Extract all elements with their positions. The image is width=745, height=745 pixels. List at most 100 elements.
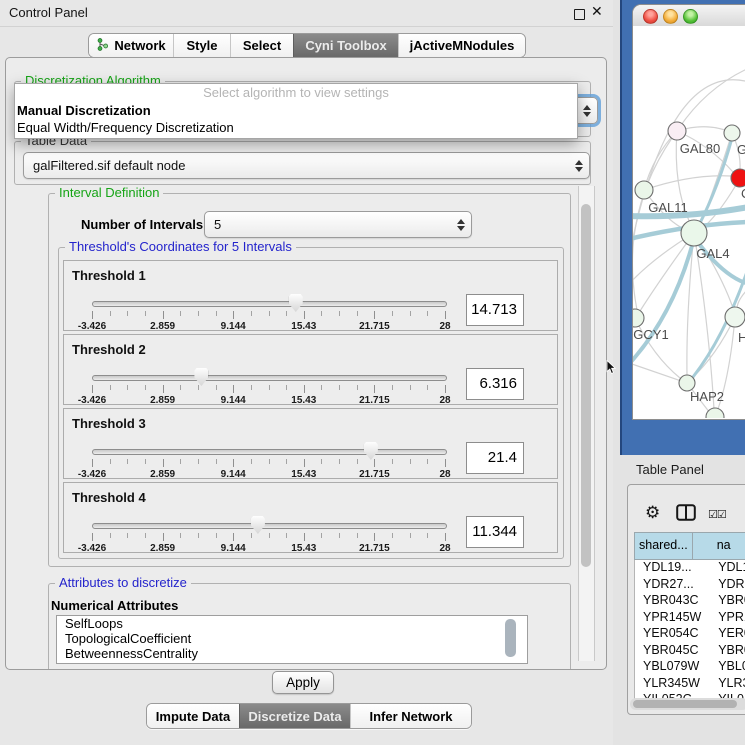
table-row[interactable]: YER054CYER0	[635, 626, 745, 643]
tab-network[interactable]: Network	[89, 34, 173, 57]
apply-button[interactable]: Apply	[272, 671, 334, 694]
float-window-icon[interactable]	[574, 9, 585, 20]
network-edge[interactable]	[677, 68, 745, 131]
tick-mark	[269, 533, 270, 538]
list-item[interactable]: TopologicalCoefficient	[65, 631, 527, 646]
tick-mark	[427, 533, 428, 538]
panel-scrollbar-thumb[interactable]	[581, 204, 591, 567]
tab-style[interactable]: Style	[173, 34, 230, 57]
table-panel-title: Table Panel	[622, 458, 742, 482]
dropdown-option-equal-width[interactable]: Equal Width/Frequency Discretization	[15, 119, 577, 136]
slider-thumb[interactable]	[289, 294, 303, 312]
number-of-intervals-combobox[interactable]: 5	[204, 211, 472, 238]
gear-icon[interactable]: ⚙	[645, 503, 660, 523]
table-row[interactable]: YDL19...YDL1	[635, 560, 745, 577]
threshold-2-value-field[interactable]: 6.316	[466, 368, 524, 400]
threshold-3-slider[interactable]: -3.4262.8599.14415.4321.71528	[92, 449, 447, 479]
table-data-combobox[interactable]: galFiltered.sif default node	[23, 152, 590, 179]
tick-mark	[427, 311, 428, 316]
tab-impute-data[interactable]: Impute Data	[147, 704, 239, 728]
dropdown-option-manual[interactable]: Manual Discretization	[15, 102, 577, 119]
slider-thumb[interactable]	[194, 368, 208, 386]
table-row[interactable]: YBR045CYBR0	[635, 643, 745, 660]
cell: YDR2	[718, 577, 745, 594]
network-node-GAL80[interactable]	[668, 122, 686, 140]
tab-jactivemnodules-label: jActiveMNodules	[410, 38, 515, 53]
tick-label: -3.426	[78, 395, 106, 406]
table-row[interactable]: YPR145WYPR1	[635, 610, 745, 627]
tick-mark	[110, 385, 111, 390]
tick-mark	[304, 311, 305, 319]
tick-mark	[110, 533, 111, 538]
column-header-shared[interactable]: shared...	[635, 533, 693, 559]
close-traffic-light-icon[interactable]	[643, 9, 658, 24]
threshold-2-slider[interactable]: -3.4262.8599.14415.4321.71528	[92, 375, 447, 405]
network-edge[interactable]	[633, 363, 687, 383]
column-header-name[interactable]: na	[693, 533, 745, 559]
network-node-GAL4[interactable]	[681, 220, 707, 246]
tab-discretize-data[interactable]: Discretize Data	[239, 704, 350, 728]
slider-thumb[interactable]	[364, 442, 378, 460]
table-row[interactable]: YDR27...YDR2	[635, 577, 745, 594]
table-scrollbar-thumb[interactable]	[633, 700, 737, 708]
threshold-1-slider[interactable]: -3.4262.8599.14415.4321.71528	[92, 301, 447, 331]
split-columns-icon[interactable]	[676, 504, 696, 526]
network-edge[interactable]	[633, 242, 693, 364]
table-row[interactable]: YBL079WYBL0	[635, 659, 745, 676]
tab-select[interactable]: Select	[230, 34, 293, 57]
node-label-H-node: H	[738, 330, 745, 345]
list-item[interactable]: BetweennessCentrality	[65, 646, 527, 661]
table-row[interactable]: YLR345WYLR3	[635, 676, 745, 693]
threshold-1-value-field[interactable]: 14.713	[466, 294, 524, 326]
minimize-traffic-light-icon[interactable]	[663, 9, 678, 24]
tick-mark	[180, 385, 181, 390]
table-row[interactable]: YBR043CYBR0	[635, 593, 745, 610]
network-edge[interactable]	[633, 138, 672, 310]
tick-mark	[374, 311, 375, 319]
threshold-3-value-field[interactable]: 21.4	[466, 442, 524, 474]
panel-scrollbar[interactable]	[578, 186, 595, 661]
numerical-attributes-list[interactable]: SelfLoops TopologicalCoefficient Between…	[56, 615, 528, 664]
table-horizontal-scrollbar[interactable]	[630, 698, 745, 710]
tick-label: 21.715	[359, 469, 390, 480]
threshold-4-slider[interactable]: -3.4262.8599.14415.4321.71528	[92, 523, 447, 553]
list-item[interactable]: SelfLoops	[65, 616, 527, 631]
tick-label: -3.426	[78, 543, 106, 554]
slider-thumb[interactable]	[251, 516, 265, 534]
network-node-bottom-node[interactable]	[706, 408, 724, 418]
tick-mark	[92, 311, 93, 319]
network-node-top-right[interactable]	[724, 125, 740, 141]
cell: YER054C	[635, 626, 718, 643]
network-node-red-node[interactable]	[731, 169, 745, 187]
tab-cyni-toolbox[interactable]: Cyni Toolbox	[293, 34, 398, 57]
close-icon[interactable]: ✕	[591, 4, 603, 20]
interval-definition-title: Interval Definition	[55, 186, 163, 200]
tab-jactivemnodules[interactable]: jActiveMNodules	[398, 34, 525, 57]
network-window-titlebar[interactable]	[633, 5, 745, 27]
tab-infer-network[interactable]: Infer Network	[350, 704, 471, 728]
network-canvas[interactable]: GAL80GACGAL11GAL4GCY1HHAP2	[633, 26, 745, 418]
tick-label: 28	[439, 321, 450, 332]
tick-mark	[269, 311, 270, 316]
list-scrollbar[interactable]	[505, 619, 516, 657]
checkbox-icons[interactable]: ☑☑	[708, 508, 726, 521]
tick-label: 15.43	[291, 321, 316, 332]
tab-network-label: Network	[114, 38, 165, 53]
network-node-H-node[interactable]	[725, 307, 745, 327]
cell: YBR043C	[635, 593, 718, 610]
network-node-GAL11[interactable]	[635, 181, 653, 199]
node-label-top-right: GA	[737, 142, 745, 157]
tick-label: 28	[439, 469, 450, 480]
tick-label: 9.144	[221, 543, 246, 554]
tab-infer-network-label: Infer Network	[369, 709, 452, 724]
tick-mark	[286, 533, 287, 538]
network-edge[interactable]	[640, 233, 694, 311]
threshold-4-value-field[interactable]: 11.344	[466, 516, 524, 548]
tick-mark	[286, 459, 287, 464]
threshold-2-label: Threshold 2	[72, 342, 146, 357]
network-node-GCY1[interactable]	[633, 309, 644, 327]
tick-mark	[180, 533, 181, 538]
tick-mark	[392, 533, 393, 538]
zoom-traffic-light-icon[interactable]	[683, 9, 698, 24]
tick-mark	[304, 459, 305, 467]
